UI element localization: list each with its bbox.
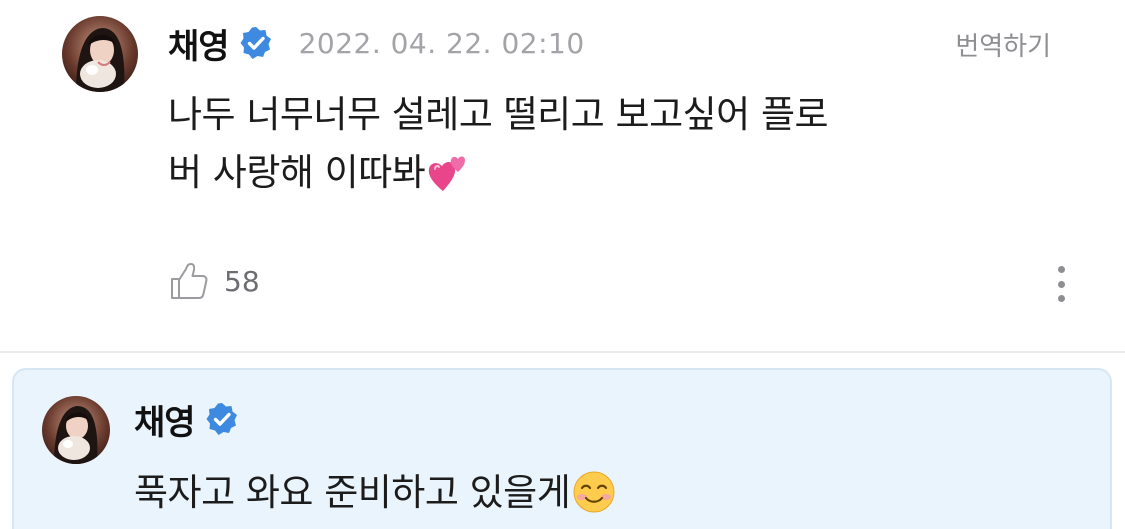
reply-text: 푹자고 와요 준비하고 있을게: [134, 466, 616, 520]
timestamp: 2022. 04. 22. 02:10: [298, 26, 585, 60]
comment-text-line-1: 나두 너무너무 설레고 떨리고 보고싶어 플로: [168, 93, 829, 136]
divider: [0, 351, 1125, 353]
author-name[interactable]: 채영: [168, 19, 230, 68]
reply-avatar[interactable]: [42, 396, 110, 464]
reply-author-row: 채영: [134, 395, 239, 444]
comment: 채영 2022. 04. 22. 02:10 번역하기 나두 너무너무 설레고 …: [0, 0, 1125, 352]
like-button[interactable]: 58: [168, 260, 260, 302]
comment-thread: 채영 2022. 04. 22. 02:10 번역하기 나두 너무너무 설레고 …: [0, 0, 1125, 529]
comment-text-line-2: 버 사랑해 이따봐: [168, 144, 908, 202]
more-options-button[interactable]: [1049, 262, 1073, 306]
translate-button[interactable]: 번역하기: [955, 26, 1051, 63]
avatar[interactable]: [62, 16, 138, 92]
more-dot-icon: [1057, 295, 1065, 302]
reply: 채영 푹자고 와요 준비하고 있을게: [12, 368, 1112, 529]
verified-badge-icon: [239, 26, 273, 60]
reply-author-name[interactable]: 채영: [134, 395, 196, 444]
author-row: 채영 2022. 04. 22. 02:10: [168, 19, 585, 68]
comment-text-line-2-text: 버 사랑해 이따봐: [168, 151, 426, 194]
more-dot-icon: [1057, 266, 1065, 273]
two-hearts-icon: [427, 151, 471, 195]
smiling-face-icon: [572, 470, 616, 514]
comment-text: 나두 너무너무 설레고 떨리고 보고싶어 플로 버 사랑해 이따봐: [168, 86, 908, 202]
reply-text-content: 푹자고 와요 준비하고 있을게: [134, 471, 571, 514]
thumbs-up-icon: [171, 263, 208, 299]
more-dot-icon: [1057, 280, 1065, 288]
comment-actions: 58: [168, 258, 260, 304]
like-count: 58: [224, 264, 260, 298]
verified-badge-icon: [205, 402, 239, 436]
